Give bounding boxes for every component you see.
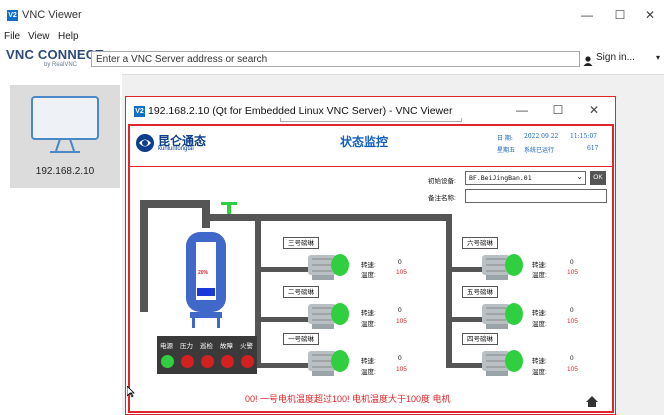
speed-label: 转速: bbox=[361, 358, 376, 365]
home-icon[interactable] bbox=[586, 394, 598, 407]
pump-motor-icon bbox=[480, 347, 524, 377]
device-select-value: BF.BeiJingBan.01 bbox=[469, 174, 532, 182]
speed-value: 0 bbox=[398, 307, 402, 314]
menu-bar bbox=[0, 30, 664, 44]
pump-name-tag: 二号磅琳 bbox=[283, 286, 319, 298]
vnc-maximize-button[interactable]: ☐ bbox=[546, 100, 570, 120]
chevron-down-icon: ⌄ bbox=[576, 172, 583, 181]
status-fire-label: 火警 bbox=[240, 343, 253, 350]
note-label: 备注名称: bbox=[428, 195, 456, 202]
vnc-window-logo-icon: V2 bbox=[134, 106, 145, 117]
header-divider bbox=[129, 166, 613, 167]
temp-value: 105 bbox=[396, 269, 407, 276]
speed-label: 转速: bbox=[532, 358, 547, 365]
system-label: 系统已运行 bbox=[524, 147, 555, 154]
temp-value: 105 bbox=[567, 269, 578, 276]
status-pressure-led bbox=[181, 355, 194, 368]
chevron-down-icon[interactable]: ▾ bbox=[656, 53, 660, 62]
uptime: 617 bbox=[587, 145, 599, 152]
pump-name-tag: 三号磅琳 bbox=[283, 237, 319, 249]
pipe bbox=[202, 214, 452, 221]
status-fault-led bbox=[221, 355, 234, 368]
vnc-minimize-button[interactable]: — bbox=[510, 100, 534, 120]
tank bbox=[182, 228, 230, 328]
temp-value: 105 bbox=[396, 318, 407, 325]
time-value: 11:15:07 bbox=[570, 133, 597, 140]
temp-label: 温度: bbox=[361, 369, 376, 376]
speed-value: 0 bbox=[398, 355, 402, 362]
menu-help[interactable]: Help bbox=[58, 31, 79, 42]
speed-label: 转速: bbox=[361, 310, 376, 317]
temp-label: 温度: bbox=[532, 321, 547, 328]
status-patrol-led bbox=[201, 355, 214, 368]
screen-title: 状态监控 bbox=[340, 135, 389, 149]
title-bar bbox=[0, 0, 664, 30]
status-fault-label: 故障 bbox=[220, 343, 233, 350]
temp-value: 105 bbox=[567, 366, 578, 373]
speed-value: 0 bbox=[570, 355, 574, 362]
status-pressure-label: 压力 bbox=[180, 343, 193, 350]
speed-label: 转速: bbox=[532, 262, 547, 269]
pipe bbox=[140, 200, 148, 312]
date-value: 2022 09 22 bbox=[524, 133, 559, 140]
pump-motor-icon bbox=[480, 300, 524, 330]
speed-label: 转速: bbox=[532, 310, 547, 317]
status-power-label: 电源 bbox=[160, 343, 173, 350]
brand-sub: by RealVNC bbox=[44, 62, 78, 68]
brand-logo: VNC CONNECT bbox=[6, 47, 104, 62]
speed-value: 0 bbox=[398, 259, 402, 266]
date-label: 日 期: bbox=[497, 135, 513, 142]
pipe bbox=[140, 200, 210, 208]
device-label: 初始设备: bbox=[428, 178, 456, 185]
monitor-icon bbox=[30, 95, 102, 157]
vnc-close-button[interactable]: ✕ bbox=[582, 100, 606, 120]
company-logo-icon bbox=[135, 133, 155, 153]
pump-name-tag: 一号磅琳 bbox=[283, 333, 319, 345]
speed-value: 0 bbox=[570, 259, 574, 266]
speed-value: 0 bbox=[570, 307, 574, 314]
status-fire-led bbox=[241, 355, 254, 368]
user-icon bbox=[583, 53, 593, 66]
company-subname: kunluntongtai bbox=[158, 146, 194, 152]
status-patrol-label: 巡检 bbox=[200, 343, 213, 350]
menu-view[interactable]: View bbox=[28, 31, 50, 42]
alarm-marquee: 00! 一号电机温度超过100! 电机温度大于100度 电机 bbox=[245, 394, 451, 404]
pipe bbox=[446, 214, 452, 368]
pump-name-tag: 六号磅琳 bbox=[462, 237, 498, 249]
speed-label: 转速: bbox=[361, 262, 376, 269]
vnc-logo-icon: V2 bbox=[7, 10, 18, 21]
status-power-led bbox=[161, 355, 174, 368]
mouse-cursor-icon bbox=[126, 385, 135, 398]
temp-label: 温度: bbox=[361, 321, 376, 328]
address-input[interactable]: Enter a VNC Server address or search bbox=[91, 51, 580, 67]
ok-button[interactable]: OK bbox=[590, 171, 606, 185]
vnc-window-title: 192.168.2.10 (Qt for Embedded Linux VNC … bbox=[148, 105, 453, 117]
note-input[interactable] bbox=[465, 189, 607, 203]
maximize-button[interactable]: ☐ bbox=[608, 5, 632, 25]
connection-label: 192.168.2.10 bbox=[35, 166, 95, 177]
pump-motor-icon bbox=[306, 347, 350, 377]
minimize-button[interactable]: — bbox=[575, 5, 599, 25]
pump-motor-icon bbox=[306, 300, 350, 330]
pump-name-tag: 五号磅琳 bbox=[462, 286, 498, 298]
pump-motor-icon bbox=[306, 251, 350, 281]
app-title: VNC Viewer bbox=[22, 9, 82, 21]
weekday: 星期五 bbox=[497, 147, 516, 154]
pump-name-tag: 四号磅琳 bbox=[462, 333, 498, 345]
menu-file[interactable]: File bbox=[4, 31, 20, 42]
valve-icon bbox=[221, 201, 237, 214]
temp-label: 温度: bbox=[532, 272, 547, 279]
temp-value: 105 bbox=[396, 366, 407, 373]
toolbar-handle[interactable] bbox=[280, 118, 462, 122]
tank-level: 20% bbox=[198, 270, 209, 276]
close-button[interactable]: ✕ bbox=[638, 5, 662, 25]
sign-in-button[interactable]: Sign in... bbox=[596, 52, 635, 63]
temp-label: 温度: bbox=[361, 272, 376, 279]
temp-value: 105 bbox=[567, 318, 578, 325]
pump-motor-icon bbox=[480, 251, 524, 281]
temp-label: 温度: bbox=[532, 369, 547, 376]
device-select[interactable]: BF.BeiJingBan.01 ⌄ bbox=[465, 171, 586, 185]
